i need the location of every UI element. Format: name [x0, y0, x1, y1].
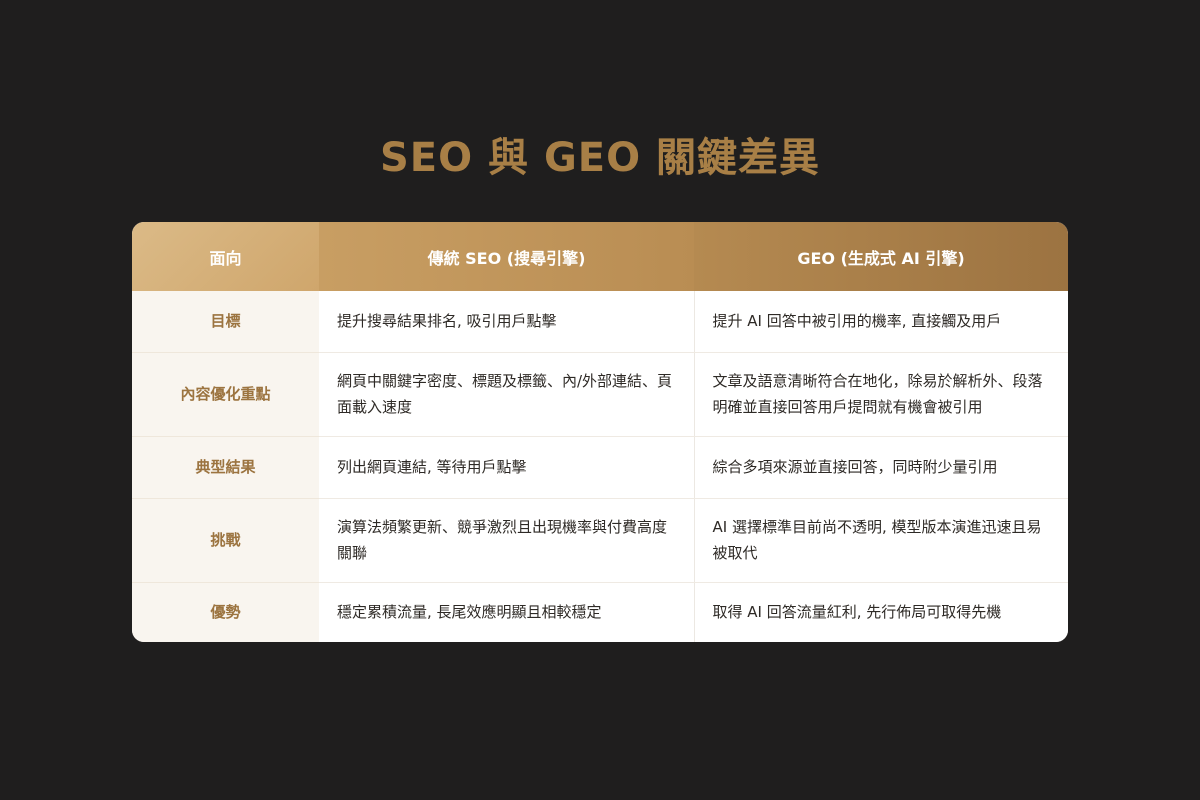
row-seo-cell: 列出網頁連結, 等待用戶點擊 — [319, 436, 695, 499]
row-aspect-challenge: 挑戰 — [132, 498, 319, 583]
table-row: 內容優化重點 網頁中關鍵字密度、標題及標籤、內/外部連結、頁面載入速度 文章及語… — [132, 352, 1068, 437]
table-header: 面向 傳統 SEO (搜尋引擎) GEO (生成式 AI 引擎) — [132, 222, 1068, 291]
row-geo-cell: 提升 AI 回答中被引用的機率, 直接觸及用戶 — [694, 291, 1068, 353]
table-row: 典型結果 列出網頁連結, 等待用戶點擊 綜合多項來源並直接回答，同時附少量引用 — [132, 436, 1068, 499]
row-aspect-advantage: 優勢 — [132, 582, 319, 642]
comparison-table-card: 面向 傳統 SEO (搜尋引擎) GEO (生成式 AI 引擎) 目標 提升搜尋… — [132, 222, 1068, 642]
header-geo: GEO (生成式 AI 引擎) — [694, 222, 1068, 291]
row-geo-cell: 綜合多項來源並直接回答，同時附少量引用 — [694, 436, 1068, 499]
row-aspect-goal: 目標 — [132, 291, 319, 353]
table-row: 挑戰 演算法頻繁更新、競爭激烈且出現機率與付費高度關聯 AI 選擇標準目前尚不透… — [132, 498, 1068, 583]
table-row: 優勢 穩定累積流量, 長尾效應明顯且相較穩定 取得 AI 回答流量紅利, 先行佈… — [132, 582, 1068, 642]
header-aspect: 面向 — [132, 222, 319, 291]
row-seo-cell: 提升搜尋結果排名, 吸引用戶點擊 — [319, 291, 695, 353]
table-body: 目標 提升搜尋結果排名, 吸引用戶點擊 提升 AI 回答中被引用的機率, 直接觸… — [132, 291, 1068, 642]
row-geo-cell: 取得 AI 回答流量紅利, 先行佈局可取得先機 — [694, 582, 1068, 642]
row-seo-cell: 網頁中關鍵字密度、標題及標籤、內/外部連結、頁面載入速度 — [319, 352, 695, 437]
header-row: 面向 傳統 SEO (搜尋引擎) GEO (生成式 AI 引擎) — [132, 222, 1068, 291]
row-geo-cell: 文章及語意清晰符合在地化，除易於解析外、段落明確並直接回答用戶提問就有機會被引用 — [694, 352, 1068, 437]
page-title: SEO 與 GEO 關鍵差異 — [379, 135, 821, 181]
comparison-table: 面向 傳統 SEO (搜尋引擎) GEO (生成式 AI 引擎) 目標 提升搜尋… — [132, 222, 1068, 642]
row-aspect-content-focus: 內容優化重點 — [132, 352, 319, 437]
header-seo: 傳統 SEO (搜尋引擎) — [319, 222, 694, 291]
row-aspect-typical-result: 典型結果 — [132, 436, 319, 499]
row-geo-cell: AI 選擇標準目前尚不透明, 模型版本演進迅速且易被取代 — [694, 498, 1068, 583]
row-seo-cell: 演算法頻繁更新、競爭激烈且出現機率與付費高度關聯 — [319, 498, 695, 583]
row-seo-cell: 穩定累積流量, 長尾效應明顯且相較穩定 — [319, 582, 695, 642]
table-row: 目標 提升搜尋結果排名, 吸引用戶點擊 提升 AI 回答中被引用的機率, 直接觸… — [132, 291, 1068, 353]
